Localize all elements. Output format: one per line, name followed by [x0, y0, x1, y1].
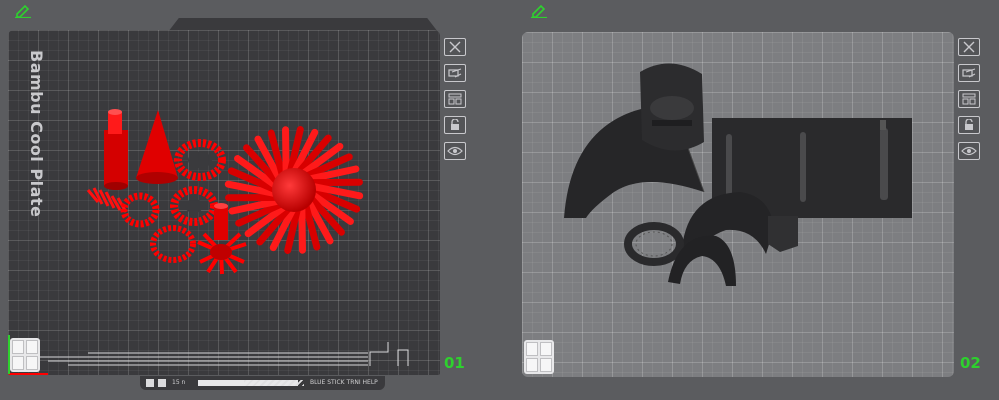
black-bearing-ring-part[interactable]: [624, 222, 684, 266]
lock-plate-1-button[interactable]: [444, 116, 466, 134]
layout-plate-2-button[interactable]: [958, 90, 980, 108]
close-icon: [449, 41, 461, 53]
edit-plate-2-icon[interactable]: [530, 4, 548, 18]
black-bracket-part[interactable]: [768, 216, 798, 252]
layout-icon: [448, 93, 462, 105]
arrange-plate-2-button[interactable]: [958, 64, 980, 82]
plate-1-corner-tile: [10, 338, 40, 372]
hatch-pattern: [244, 380, 304, 386]
close-plate-1-button[interactable]: [444, 38, 466, 56]
plate-2-models[interactable]: [522, 32, 954, 377]
plate-1-bottom-marks: [8, 335, 409, 375]
layout-icon: [962, 93, 976, 105]
layout-plate-1-button[interactable]: [444, 90, 466, 108]
arrange-plate-1-button[interactable]: [444, 64, 466, 82]
bottom-right-text: BLUE STICK TRNI HELP: [310, 379, 378, 386]
lock-plate-2-button[interactable]: [958, 116, 980, 134]
bottom-left-text: 15 n: [172, 379, 186, 386]
black-cylinder-part[interactable]: [640, 63, 704, 151]
plate-2-toolbar: [958, 38, 984, 168]
plate-2-corner-tile: [524, 340, 554, 374]
plate-number-1-label: 01: [444, 354, 465, 372]
eye-icon: [961, 146, 977, 156]
lock-icon: [451, 119, 459, 130]
visibility-plate-2-button[interactable]: [958, 142, 980, 160]
qr-icon: [146, 379, 154, 387]
plate-1-toolbar: [444, 38, 470, 168]
plate-number-2: 02: [960, 354, 981, 372]
arrange-icon: [962, 68, 976, 78]
close-plate-2-button[interactable]: [958, 38, 980, 56]
qr-icon-2: [158, 379, 166, 387]
eye-icon: [447, 146, 463, 156]
edit-plate-1-icon[interactable]: [14, 4, 32, 18]
plate-1-bottom-strip: 15 n BLUE STICK TRNI HELP: [140, 376, 385, 390]
visibility-plate-1-button[interactable]: [444, 142, 466, 160]
plate-1[interactable]: Bambu Cool Plate: [8, 30, 440, 375]
arrange-icon: [448, 68, 462, 78]
lock-icon: [965, 119, 973, 130]
plate-2[interactable]: [522, 32, 954, 377]
close-icon: [963, 41, 975, 53]
